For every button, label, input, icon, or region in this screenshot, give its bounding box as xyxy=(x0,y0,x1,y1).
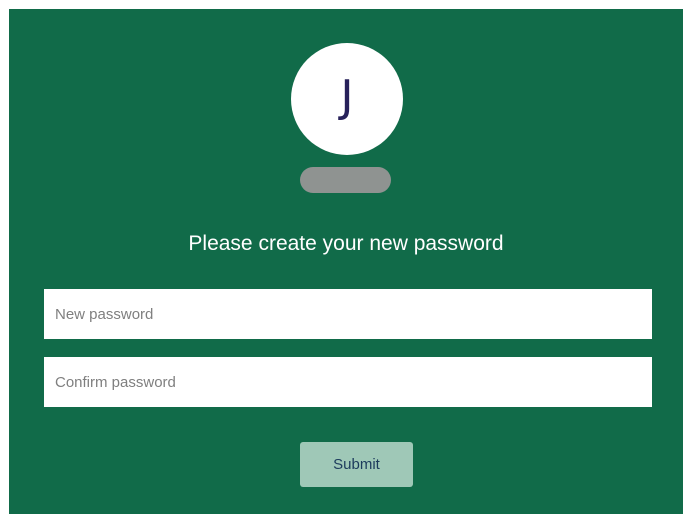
page-heading: Please create your new password xyxy=(188,232,504,255)
user-avatar: J xyxy=(291,43,403,155)
confirm-password-input[interactable] xyxy=(44,357,652,407)
avatar-initial: J xyxy=(340,71,354,122)
new-password-input[interactable] xyxy=(44,289,652,339)
submit-button[interactable]: Submit xyxy=(300,442,413,487)
password-reset-panel: J Please create your new password Submit xyxy=(9,9,683,514)
username-placeholder-pill xyxy=(300,167,391,193)
